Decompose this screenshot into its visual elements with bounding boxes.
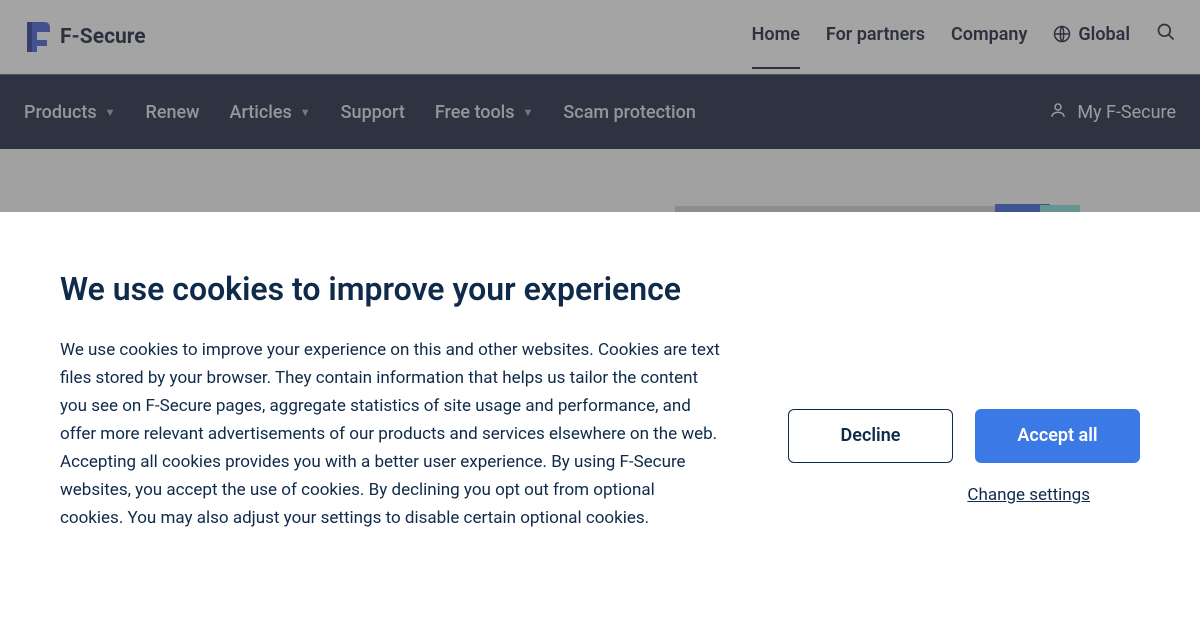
search-icon (1156, 22, 1176, 47)
search-button[interactable] (1156, 22, 1176, 53)
brand-logo[interactable]: F-Secure (24, 22, 146, 52)
brand-name: F-Secure (60, 25, 146, 49)
top-nav: Home For partners Company Global (752, 22, 1176, 53)
chevron-down-icon: ▼ (523, 106, 534, 119)
nav-global-label: Global (1078, 24, 1130, 45)
change-settings-link[interactable]: Change settings (967, 485, 1090, 505)
f-logo-icon (24, 22, 50, 52)
decline-button[interactable]: Decline (788, 409, 953, 463)
cookie-title: We use cookies to improve your experienc… (60, 270, 720, 308)
subnav-products-label: Products (24, 102, 97, 123)
subnav-products[interactable]: Products ▼ (24, 102, 116, 123)
chevron-down-icon: ▼ (105, 106, 116, 119)
subnav-free-tools-label: Free tools (435, 102, 515, 123)
chevron-down-icon: ▼ (300, 106, 311, 119)
hero-background (0, 149, 1200, 211)
my-account-label: My F-Secure (1077, 102, 1176, 123)
my-account-link[interactable]: My F-Secure (1049, 101, 1176, 124)
nav-company[interactable]: Company (951, 24, 1027, 51)
sub-nav: Products ▼ Renew Articles ▼ Support Free… (0, 74, 1200, 149)
top-header: F-Secure Home For partners Company Globa… (0, 0, 1200, 74)
subnav-support[interactable]: Support (341, 102, 405, 123)
subnav-articles-label: Articles (230, 102, 292, 123)
subnav-free-tools[interactable]: Free tools ▼ (435, 102, 534, 123)
cookie-consent-panel: We use cookies to improve your experienc… (0, 212, 1200, 623)
cookie-body-text: We use cookies to improve your experienc… (60, 336, 720, 532)
subnav-articles[interactable]: Articles ▼ (230, 102, 311, 123)
nav-partners[interactable]: For partners (826, 24, 925, 51)
subnav-renew[interactable]: Renew (146, 102, 200, 123)
subnav-scam-protection[interactable]: Scam protection (563, 102, 695, 123)
user-icon (1049, 101, 1067, 124)
globe-icon (1053, 25, 1071, 43)
nav-global[interactable]: Global (1053, 24, 1130, 51)
nav-home[interactable]: Home (752, 24, 800, 51)
accept-all-button[interactable]: Accept all (975, 409, 1140, 463)
